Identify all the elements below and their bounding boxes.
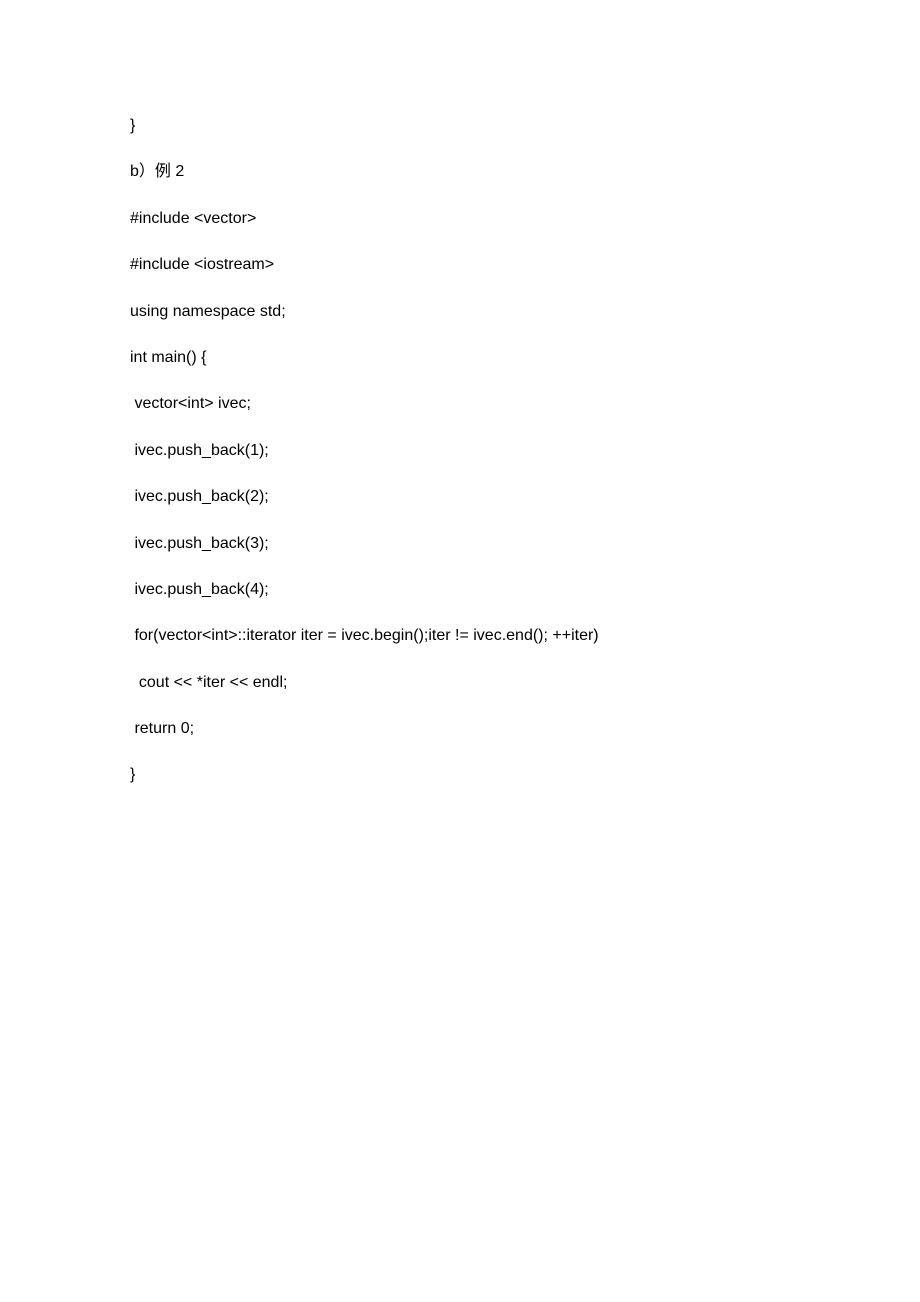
code-line: ivec.push_back(3); (130, 533, 790, 555)
code-line: for(vector<int>::iterator iter = ivec.be… (130, 625, 790, 647)
code-line: ivec.push_back(2); (130, 486, 790, 508)
code-line: int main() { (130, 347, 790, 369)
code-line: cout << *iter << endl; (130, 672, 790, 694)
code-line: ivec.push_back(1); (130, 440, 790, 462)
code-line: #include <iostream> (130, 254, 790, 276)
code-line: } (130, 764, 790, 786)
code-line: #include <vector> (130, 208, 790, 230)
code-line: } (130, 115, 790, 137)
code-line: using namespace std; (130, 301, 790, 323)
code-line: return 0; (130, 718, 790, 740)
code-line: vector<int> ivec; (130, 393, 790, 415)
code-block: } b）例 2 #include <vector> #include <iost… (130, 115, 790, 787)
code-line: b）例 2 (130, 161, 790, 183)
code-line: ivec.push_back(4); (130, 579, 790, 601)
